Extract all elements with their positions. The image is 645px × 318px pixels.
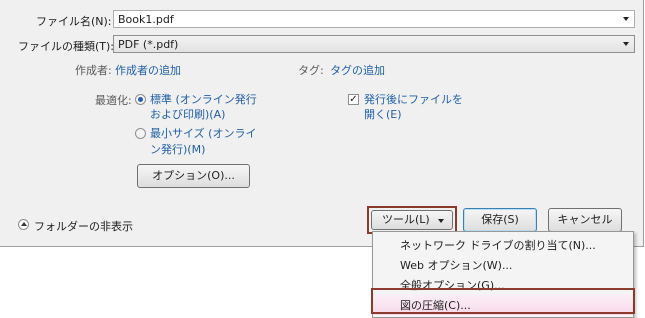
filetype-label: ファイルの種類(T): (18, 40, 115, 53)
chevron-down-icon (623, 42, 629, 46)
optimize-label: 最適化: (95, 94, 132, 107)
hide-folders-label[interactable]: フォルダーの非表示 (34, 218, 133, 234)
chevron-down-icon[interactable] (623, 17, 629, 21)
minimum-label-line1[interactable]: 最小サイズ (オンライ (150, 125, 256, 141)
chevron-up-icon (21, 222, 27, 226)
hide-folders-toggle[interactable] (18, 219, 29, 230)
chevron-down-icon (438, 219, 444, 223)
tags-add-link[interactable]: タグの追加 (330, 62, 385, 78)
options-button-label: オプション(O)... (152, 169, 235, 182)
cancel-button[interactable]: キャンセル (548, 208, 622, 232)
filename-input[interactable]: Book1.pdf (113, 10, 635, 28)
filename-value: Book1.pdf (118, 13, 174, 26)
save-button[interactable]: 保存(S) (463, 208, 537, 232)
tools-button-label: ツール(L) (382, 213, 430, 226)
open-after-checkbox[interactable]: ✓ (348, 94, 359, 105)
standard-label-line2[interactable]: および印刷)(A) (150, 106, 225, 122)
filetype-value: PDF (*.pdf) (118, 38, 179, 51)
menu-item-label: Web オプション(W)... (400, 259, 513, 272)
filetype-select[interactable]: PDF (*.pdf) (113, 35, 635, 53)
save-button-label: 保存(S) (481, 213, 519, 226)
open-after-label-line2[interactable]: 開く(E) (364, 106, 402, 122)
menu-item-label: ネットワーク ドライブの割り当て(N)... (400, 239, 596, 252)
options-button[interactable]: オプション(O)... (137, 164, 250, 188)
author-label: 作成者: (75, 64, 112, 77)
compress-highlight-frame (371, 288, 635, 314)
open-after-label-line1[interactable]: 発行後にファイルを (364, 91, 463, 107)
tags-label: タグ: (298, 64, 324, 77)
cancel-button-label: キャンセル (557, 213, 613, 226)
tools-button[interactable]: ツール(L) (371, 210, 453, 230)
minimum-label-line2[interactable]: ン発行)(M) (150, 141, 205, 157)
save-as-dialog: ファイル名(N): Book1.pdf ファイルの種類(T): PDF (*.p… (0, 0, 644, 247)
menu-item-web-options[interactable]: Web オプション(W)... (373, 254, 633, 274)
author-add-link[interactable]: 作成者の追加 (115, 62, 181, 78)
menu-item-map-network-drive[interactable]: ネットワーク ドライブの割り当て(N)... (373, 234, 633, 254)
standard-label-line1[interactable]: 標準 (オンライン発行 (150, 91, 257, 107)
minimum-size-radio[interactable] (135, 128, 146, 139)
standard-radio[interactable] (135, 94, 146, 105)
filename-label: ファイル名(N): (36, 15, 112, 28)
